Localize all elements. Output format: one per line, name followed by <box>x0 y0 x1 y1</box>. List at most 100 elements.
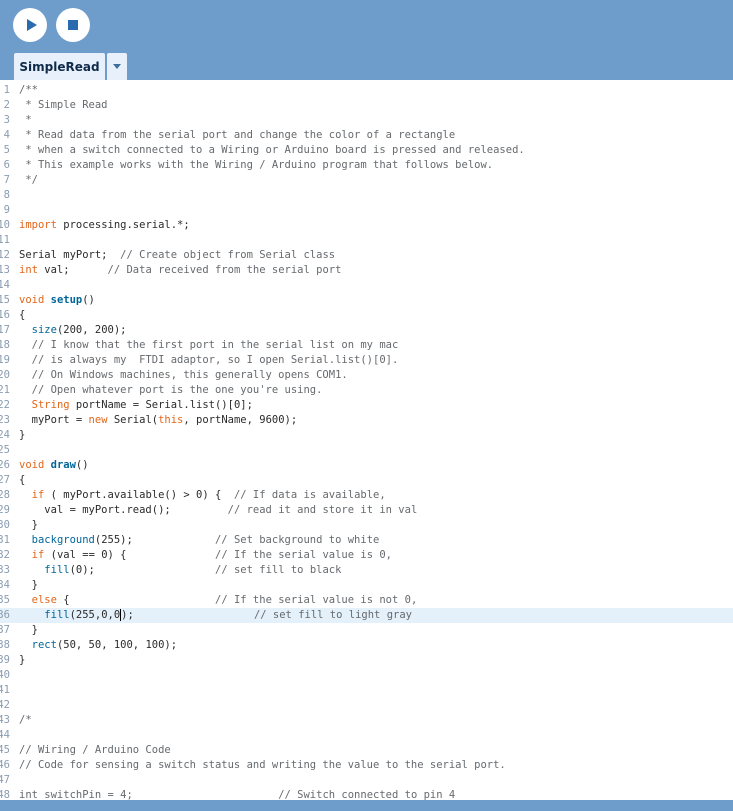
line-number: 10 <box>0 219 10 231</box>
code-text: myPort = new Serial(this, portName, 9600… <box>19 413 298 428</box>
line-number: 19 <box>0 354 10 366</box>
code-token: (255); <box>94 534 215 546</box>
line-number: 3 <box>3 114 10 126</box>
code-token: fill <box>44 564 70 576</box>
code-token: } <box>19 579 38 591</box>
code-line[interactable]: 39} <box>0 653 733 668</box>
code-line[interactable]: 27 { <box>0 473 733 488</box>
code-token: /* <box>19 714 32 726</box>
tab-simpleread[interactable]: SimpleRead <box>14 53 105 80</box>
code-line[interactable]: 9 <box>0 203 733 218</box>
code-line[interactable]: 43 /* <box>0 713 733 728</box>
code-token: new <box>88 414 108 426</box>
code-line[interactable]: 2 * Simple Read <box>0 98 733 113</box>
code-line[interactable]: 1 /** <box>0 83 733 98</box>
code-token: draw <box>50 459 76 471</box>
code-text: * <box>19 113 31 128</box>
code-text: fill(0); // set fill to black <box>19 563 341 578</box>
code-token: // Switch connected to pin 4 <box>278 789 456 800</box>
code-line[interactable]: 18 // I know that the first port in the … <box>0 338 733 353</box>
code-editor[interactable]: 1/** 2 * Simple Read 3 * 4 * Read data from… <box>0 80 733 800</box>
code-line[interactable]: 16 { <box>0 308 733 323</box>
code-line[interactable]: 11 <box>0 233 733 248</box>
code-line[interactable]: 40 <box>0 668 733 683</box>
line-number: 5 <box>3 144 10 156</box>
code-line[interactable]: 37 } <box>0 623 733 638</box>
code-line[interactable]: 13 int val; // Data received from the ser… <box>0 263 733 278</box>
code-token: rect <box>31 639 57 651</box>
line-number: 33 <box>0 564 10 576</box>
line-number: 23 <box>0 414 10 426</box>
code-token: portName = Serial.list()[0]; <box>69 399 253 411</box>
code-token: * Read data from the serial port and cha… <box>19 129 456 141</box>
code-text: String portName = Serial.list()[0]; <box>19 398 253 413</box>
code-line[interactable]: 38 rect(50, 50, 100, 100); <box>0 638 733 653</box>
code-line[interactable]: 6 * This example works with the Wiring /… <box>0 158 733 173</box>
code-line[interactable]: 7 */ <box>0 173 733 188</box>
run-button[interactable] <box>13 8 47 42</box>
code-line[interactable]: 42 <box>0 698 733 713</box>
code-line[interactable]: 5 * when a switch connected to a Wiring … <box>0 143 733 158</box>
code-token: background <box>31 534 95 546</box>
line-number: 39 <box>0 654 10 666</box>
code-text: if (val == 0) { // If the serial value i… <box>19 548 392 563</box>
line-number: 9 <box>3 204 10 216</box>
code-line[interactable]: 3 * <box>0 113 733 128</box>
code-token: { <box>19 309 26 321</box>
code-line[interactable]: 36 fill(255,0,0); // set fill to light g… <box>0 608 733 623</box>
line-number: 44 <box>0 729 10 741</box>
code-token: // set fill to light gray <box>253 609 412 621</box>
code-line[interactable]: 19 // is always my FTDI adaptor, so I op… <box>0 353 733 368</box>
code-line[interactable]: 20 // On Windows machines, this generall… <box>0 368 733 383</box>
tab-menu-button[interactable] <box>107 53 127 80</box>
code-line[interactable]: 10 import processing.serial.*; <box>0 218 733 233</box>
code-text: val = myPort.read(); // read it and stor… <box>19 503 417 518</box>
code-line[interactable]: 33 fill(0); // set fill to black <box>0 563 733 578</box>
code-line[interactable]: 17 size(200, 200); <box>0 323 733 338</box>
code-line[interactable]: 26 void draw() <box>0 458 733 473</box>
code-line[interactable]: 14 <box>0 278 733 293</box>
code-line[interactable]: 4 * Read data from the serial port and c… <box>0 128 733 143</box>
code-line[interactable]: 48 int switchPin = 4; // Switch connected… <box>0 788 733 800</box>
code-line[interactable]: 25 <box>0 443 733 458</box>
code-line[interactable]: 21 // Open whatever port is the one you'… <box>0 383 733 398</box>
line-number: 48 <box>0 789 10 800</box>
code-line[interactable]: 8 <box>0 188 733 203</box>
line-number: 13 <box>0 264 10 276</box>
code-line[interactable]: 41 <box>0 683 733 698</box>
code-line[interactable]: 15 void setup() <box>0 293 733 308</box>
line-number: 1 <box>3 84 10 96</box>
code-line[interactable]: 23 myPort = new Serial(this, portName, 9… <box>0 413 733 428</box>
code-line[interactable]: 12 Serial myPort; // Create object from S… <box>0 248 733 263</box>
code-text: } <box>19 578 38 593</box>
line-number: 42 <box>0 699 10 711</box>
code-token: // If the serial value is 0, <box>215 549 393 561</box>
code-line[interactable]: 44 <box>0 728 733 743</box>
code-line[interactable]: 24} <box>0 428 733 443</box>
code-token: } <box>19 429 26 441</box>
line-number: 41 <box>0 684 10 696</box>
line-number: 38 <box>0 639 10 651</box>
code-line[interactable]: 45 // Wiring / Arduino Code <box>0 743 733 758</box>
code-line[interactable]: 46 // Code for sensing a switch status an… <box>0 758 733 773</box>
code-text: } <box>19 428 25 443</box>
line-number: 40 <box>0 669 10 681</box>
stop-button[interactable] <box>56 8 90 42</box>
code-text: Serial myPort; // Create object from Ser… <box>19 248 335 263</box>
code-line[interactable]: 30 } <box>0 518 733 533</box>
code-line[interactable]: 47 <box>0 773 733 788</box>
code-token: * Simple Read <box>19 99 108 111</box>
code-text: int val; // Data received from the seria… <box>19 263 341 278</box>
code-text: // Open whatever port is the one you're … <box>19 383 323 398</box>
code-line[interactable]: 32 if (val == 0) { // If the serial valu… <box>0 548 733 563</box>
code-line[interactable]: 22 String portName = Serial.list()[0]; <box>0 398 733 413</box>
code-line[interactable]: 29 val = myPort.read(); // read it and s… <box>0 503 733 518</box>
code-line[interactable]: 34 } <box>0 578 733 593</box>
code-token: /** <box>19 84 38 96</box>
code-line[interactable]: 28 if ( myPort.available() > 0) { // If … <box>0 488 733 503</box>
code-line[interactable]: 35 else { // If the serial value is not … <box>0 593 733 608</box>
code-line[interactable]: 31 background(255); // Set background to… <box>0 533 733 548</box>
